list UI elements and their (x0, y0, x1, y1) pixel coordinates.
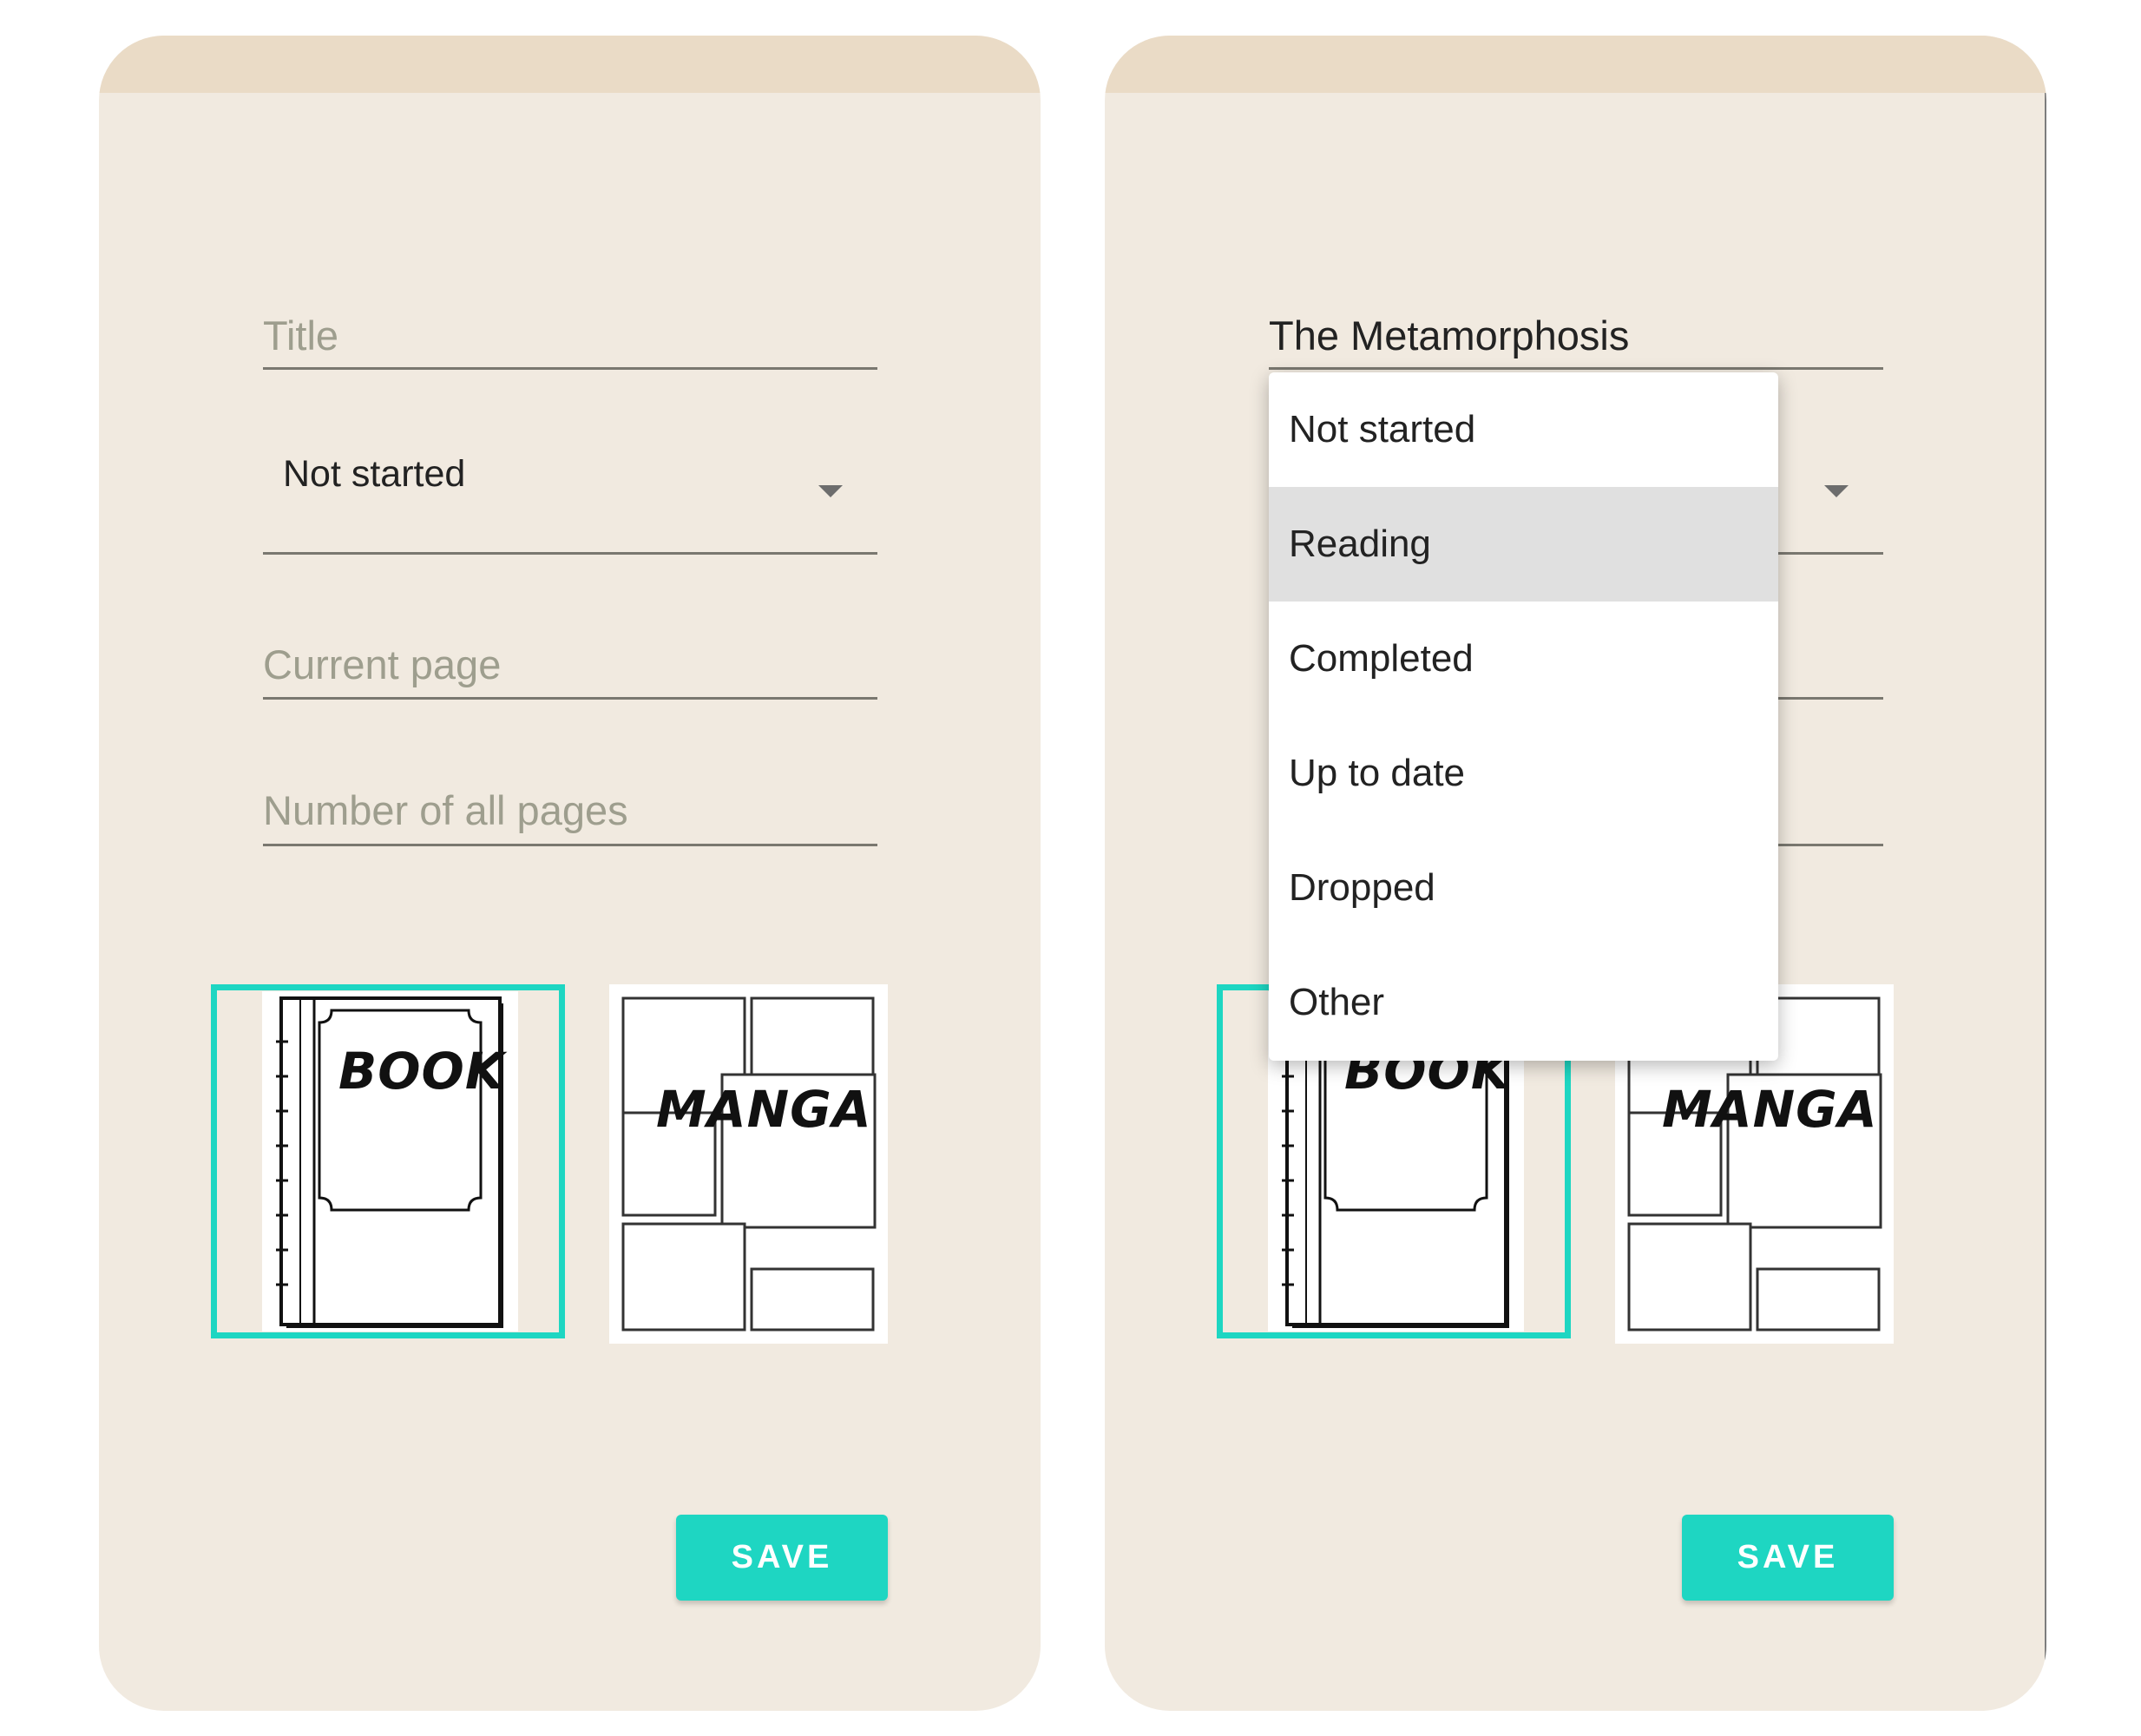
save-button[interactable]: SAVE (676, 1515, 888, 1601)
dropdown-option-other[interactable]: Other (1269, 945, 1778, 1060)
title-field[interactable]: The Metamorphosis (1269, 270, 1883, 374)
dropdown-option-reading[interactable]: Reading (1269, 487, 1778, 602)
total-pages-placeholder: Number of all pages (263, 787, 628, 833)
manga-type-label: MANGA (656, 1080, 872, 1139)
current-page-field[interactable]: Current page (263, 604, 877, 700)
book-type-label: BOOK (338, 1042, 505, 1101)
title-field[interactable]: Title (263, 270, 877, 374)
card-edge (2045, 93, 2046, 1711)
type-option-manga[interactable]: MANGA (609, 984, 888, 1344)
dropdown-option-dropped[interactable]: Dropped (1269, 831, 1778, 945)
type-option-book[interactable]: BOOK (262, 991, 518, 1332)
dropdown-arrow-icon[interactable] (1824, 485, 1849, 497)
current-page-placeholder: Current page (263, 641, 502, 687)
title-placeholder: Title (263, 312, 339, 358)
total-pages-underline (263, 844, 877, 846)
dropdown-option-completed[interactable]: Completed (1269, 602, 1778, 716)
dropdown-arrow-icon[interactable] (818, 485, 843, 497)
save-button[interactable]: SAVE (1682, 1515, 1894, 1601)
manga-panels-icon (621, 996, 877, 1332)
title-underline (263, 367, 877, 370)
status-underline (263, 552, 877, 555)
status-select[interactable]: Not started (263, 422, 877, 555)
status-value: Not started (283, 453, 466, 495)
form-card-dropdown-open: The Metamorphosis BOOK MANGA SAVE Not st… (1105, 36, 2046, 1711)
total-pages-field[interactable]: Number of all pages (263, 750, 877, 846)
title-value: The Metamorphosis (1269, 312, 1630, 358)
dropdown-option-not-started[interactable]: Not started (1269, 372, 1778, 487)
dropdown-option-up-to-date[interactable]: Up to date (1269, 716, 1778, 831)
title-underline (1269, 367, 1883, 370)
form-card-empty: Title Not started Current page Number of… (99, 36, 1041, 1711)
card-header-bar (1105, 36, 2046, 93)
manga-type-label: MANGA (1662, 1080, 1878, 1139)
current-page-underline (263, 697, 877, 700)
card-header-bar (99, 36, 1041, 93)
status-dropdown-menu: Not started Reading Completed Up to date… (1269, 372, 1778, 1061)
